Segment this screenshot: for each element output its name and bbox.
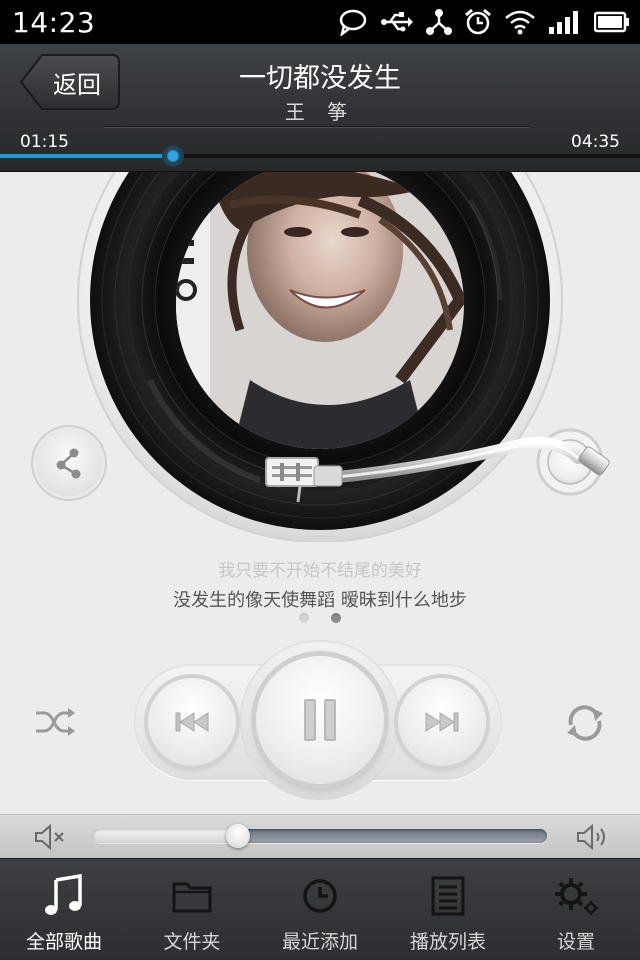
volume-slider[interactable] bbox=[93, 824, 547, 848]
wifi-icon bbox=[505, 10, 535, 35]
previous-track-button[interactable] bbox=[148, 678, 236, 766]
nav-label: 文件夹 bbox=[163, 931, 221, 953]
chat-icon bbox=[339, 9, 367, 36]
status-icons bbox=[338, 8, 630, 36]
lyric-current-line: 没发生的像天使舞蹈 暧昧到什么地步 bbox=[173, 590, 467, 611]
next-track-button[interactable] bbox=[398, 678, 486, 766]
song-title: 一切都没发生 bbox=[239, 63, 401, 94]
nav-recently-added[interactable]: 最近添加 bbox=[256, 859, 384, 960]
nav-folders[interactable]: 文件夹 bbox=[128, 859, 256, 960]
share-tether-icon bbox=[426, 9, 452, 35]
status-time: 14:23 bbox=[12, 5, 96, 39]
progress-bar[interactable] bbox=[0, 145, 640, 167]
nav-label: 全部歌曲 bbox=[25, 931, 102, 953]
alarm-icon bbox=[465, 8, 491, 35]
nav-settings[interactable]: 设置 bbox=[512, 859, 640, 960]
progress-fill bbox=[0, 154, 173, 158]
volume-fill bbox=[93, 829, 239, 843]
pause-icon bbox=[304, 699, 336, 741]
now-playing-header: 返回 一切都没发生 王 筝 01:15 04:35 bbox=[0, 44, 640, 172]
artist-name: 王 筝 bbox=[284, 100, 356, 124]
playlist-icon bbox=[431, 876, 465, 916]
elapsed-time: 01:15 bbox=[20, 132, 69, 152]
previous-track-icon bbox=[175, 712, 209, 732]
nav-label: 播放列表 bbox=[409, 931, 486, 953]
status-bar: 14:23 bbox=[0, 0, 640, 44]
pause-button[interactable] bbox=[256, 656, 384, 784]
music-note-icon bbox=[45, 874, 82, 915]
page-dot bbox=[299, 613, 309, 623]
share-icon bbox=[56, 448, 81, 479]
bottom-nav: 全部歌曲 文件夹 最近添加 播放列表 设置 bbox=[0, 858, 640, 960]
volume-thumb[interactable] bbox=[226, 824, 251, 848]
progress-thumb[interactable] bbox=[161, 145, 184, 167]
shuffle-icon bbox=[36, 708, 75, 736]
nav-label: 最近添加 bbox=[281, 931, 358, 953]
usb-icon bbox=[381, 12, 413, 32]
total-time: 04:35 bbox=[571, 132, 620, 152]
page-indicator bbox=[0, 613, 640, 623]
battery-icon bbox=[594, 11, 629, 33]
gear-icon bbox=[555, 878, 598, 915]
header-divider bbox=[104, 126, 530, 127]
clock-icon bbox=[303, 879, 337, 913]
repeat-button[interactable] bbox=[560, 698, 610, 748]
signal-icon bbox=[549, 11, 578, 34]
volume-mute-icon[interactable] bbox=[34, 824, 66, 850]
vinyl-record bbox=[77, 172, 610, 542]
folder-icon bbox=[172, 882, 212, 913]
nav-label: 设置 bbox=[556, 931, 595, 953]
volume-max-icon[interactable] bbox=[576, 824, 608, 850]
share-button[interactable] bbox=[36, 430, 102, 496]
lyric-previous-line: 我只要不开始不结尾的美好 bbox=[218, 561, 422, 581]
next-track-icon bbox=[425, 712, 459, 732]
nav-playlists[interactable]: 播放列表 bbox=[384, 859, 512, 960]
nav-all-songs[interactable]: 全部歌曲 bbox=[0, 859, 128, 960]
shuffle-button[interactable] bbox=[30, 700, 80, 744]
turntable bbox=[0, 172, 640, 542]
volume-bar bbox=[0, 814, 640, 858]
repeat-icon bbox=[567, 705, 603, 741]
page-dot bbox=[331, 613, 341, 623]
